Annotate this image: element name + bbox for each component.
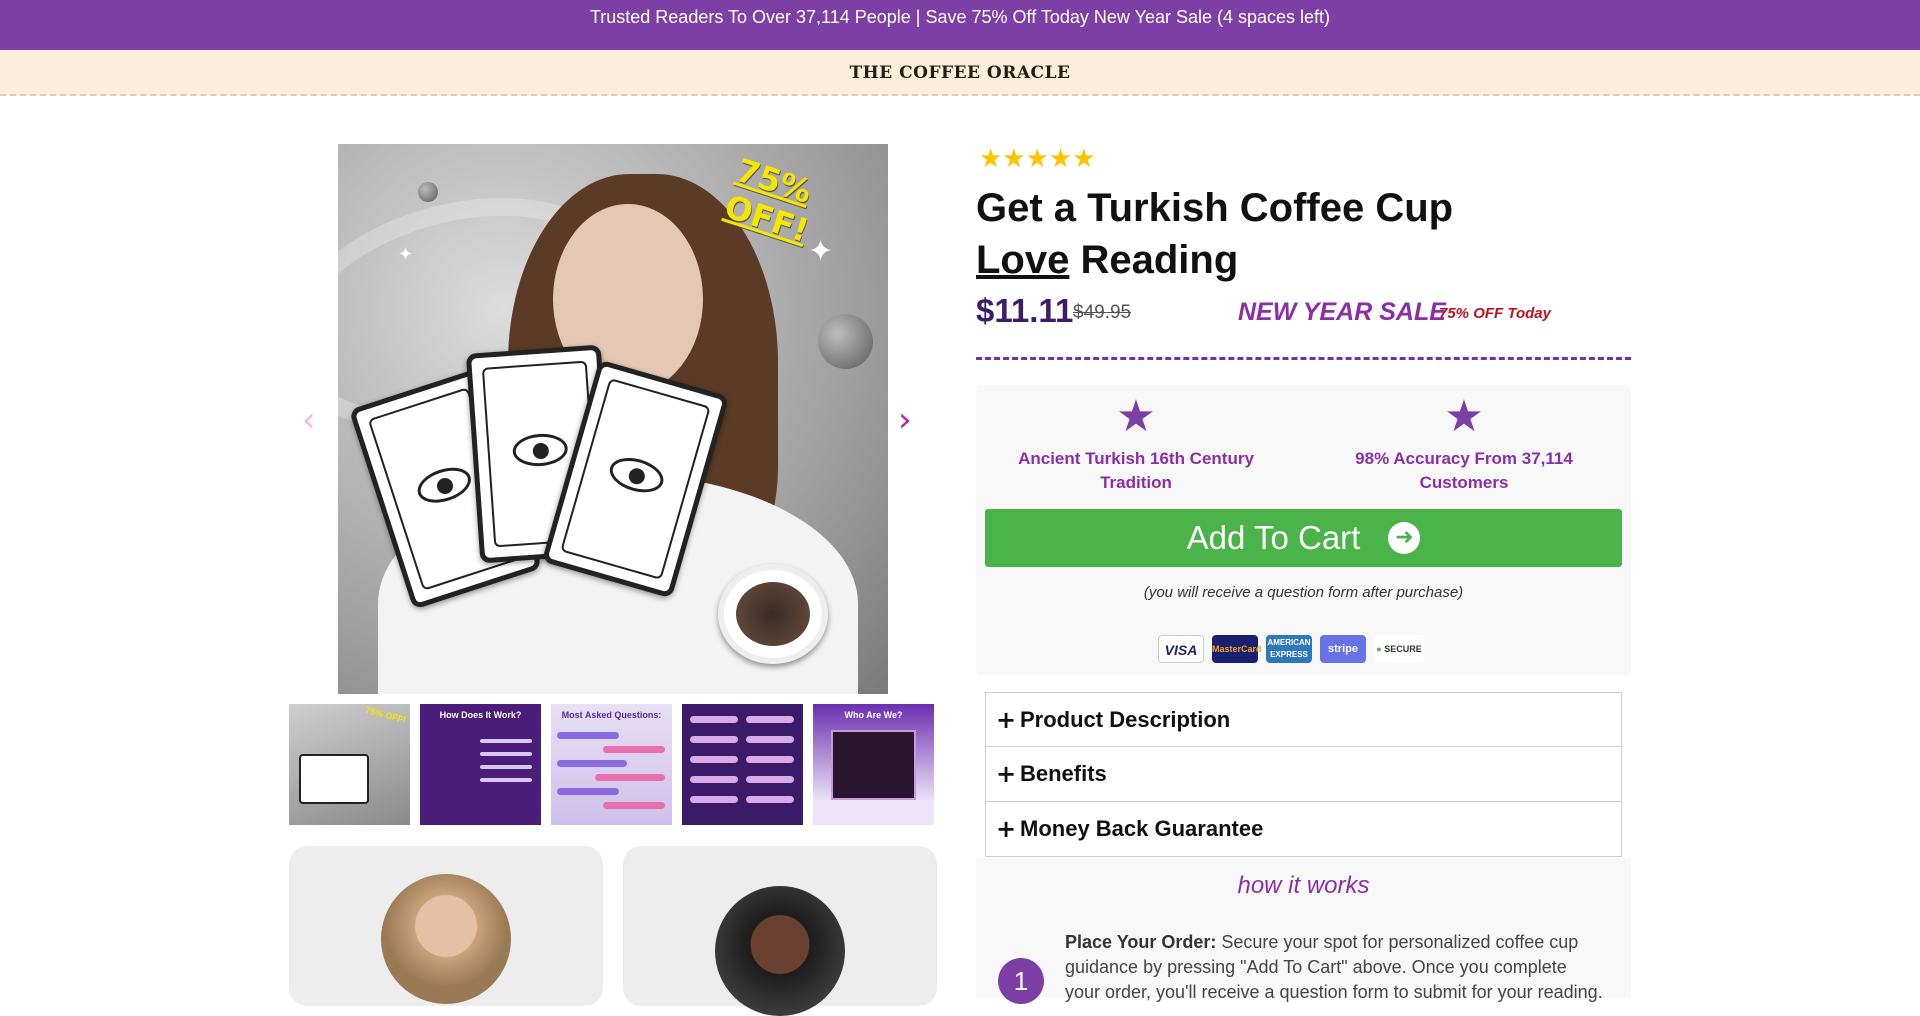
feature-accuracy: ★ 98% Accuracy From 37,114 Customers <box>1314 393 1614 495</box>
product-title: Get a Turkish Coffee Cup Love Reading <box>976 182 1536 286</box>
thumbnail-title: How Does It Work? <box>439 710 522 720</box>
brand-header: THE COFFEE ORACLE <box>0 50 1920 96</box>
secure-label: SECURE <box>1384 644 1422 654</box>
eye-icon <box>605 452 668 499</box>
add-to-cart-label: Add To Cart <box>1186 519 1361 556</box>
accordion-label: Money Back Guarantee <box>1020 816 1264 841</box>
review-card <box>289 846 603 1006</box>
plus-icon: + <box>996 705 1017 734</box>
accordion-product-description[interactable]: + Product Description <box>985 692 1622 747</box>
add-to-cart-button[interactable]: Add To Cart ➜ <box>985 509 1622 567</box>
sparkle-icon: ✦ <box>398 244 414 264</box>
text-line <box>480 739 532 743</box>
review-pill <box>746 796 794 803</box>
chat-pill <box>557 788 619 795</box>
title-rest: Reading <box>1069 238 1239 282</box>
text-line <box>480 752 532 756</box>
visa-icon: VISA <box>1158 635 1204 663</box>
accordion-money-back[interactable]: + Money Back Guarantee <box>985 802 1622 857</box>
plus-icon: + <box>996 815 1017 843</box>
review-pill <box>746 736 794 743</box>
star-icon: ★ <box>1116 391 1156 442</box>
accordion-label: Product Description <box>1020 706 1231 732</box>
thumbnail-1[interactable]: 75% OFF! <box>289 704 410 825</box>
price-row: $11.11 $49.95 NEW YEAR SALE 75% OFF Toda… <box>976 292 1596 336</box>
amex-icon: AMERICAN EXPRESS <box>1266 635 1312 663</box>
lock-icon: ● <box>1376 644 1382 654</box>
announcement-bar: Trusted Readers To Over 37,114 People | … <box>0 0 1920 50</box>
team-photo <box>831 730 916 800</box>
original-price: $49.95 <box>1073 302 1132 323</box>
eye-icon <box>511 432 569 468</box>
thumbnail-4[interactable] <box>682 704 803 825</box>
chat-pill <box>595 774 665 781</box>
chat-pill <box>603 746 665 753</box>
product-main-image[interactable]: ✦ ✦ 75% OFF! <box>338 144 888 694</box>
thumbnail-3[interactable]: Most Asked Questions: <box>551 704 672 825</box>
thumbnail-title: Most Asked Questions: <box>561 710 662 720</box>
review-pill <box>746 756 794 763</box>
feature-tradition: ★ Ancient Turkish 16th Century Tradition <box>986 393 1286 495</box>
review-pill <box>690 776 738 783</box>
brand-logo[interactable]: THE COFFEE ORACLE <box>850 63 1071 83</box>
mini-cards <box>299 754 369 804</box>
divider <box>976 357 1631 360</box>
star-icon: ★ <box>1444 391 1484 442</box>
gallery-prev-icon[interactable]: ‹ <box>302 400 316 440</box>
how-it-works: how it works 1 Place Your Order: Secure … <box>976 858 1631 1004</box>
review-pill <box>746 716 794 723</box>
thumbnail-5[interactable]: Who Are We? <box>813 704 934 825</box>
coffee-cup <box>718 564 828 664</box>
thumbnail-2[interactable]: How Does It Work? <box>420 704 541 825</box>
step-title: Place Your Order: <box>1065 932 1217 952</box>
review-pill <box>690 796 738 803</box>
thumbnail-title: Who Are We? <box>844 710 903 720</box>
announcement-text: Trusted Readers To Over 37,114 People | … <box>589 7 1331 27</box>
chat-pill <box>603 802 665 809</box>
thumbnail-strip: 75% OFF! How Does It Work? Most Asked Qu… <box>289 704 934 825</box>
product-accordion: + Product Description + Benefits + Money… <box>985 692 1622 857</box>
feature-text: Ancient Turkish 16th Century Tradition <box>1018 449 1254 492</box>
purchase-note: (you will receive a question form after … <box>1143 584 1464 601</box>
thumbnail-badge: 75% OFF! <box>364 704 408 726</box>
plus-icon: + <box>996 760 1017 788</box>
step-text: Place Your Order: Secure your spot for p… <box>1065 930 1605 1005</box>
stripe-icon: stripe <box>1320 635 1366 663</box>
eye-icon <box>413 461 476 509</box>
accordion-label: Benefits <box>1020 761 1107 786</box>
chat-pill <box>557 760 627 767</box>
review-pill <box>746 776 794 783</box>
feature-text: 98% Accuracy From 37,114 Customers <box>1355 449 1573 492</box>
avatar <box>715 886 845 1016</box>
arrow-right-icon: ➜ <box>1388 522 1421 554</box>
product-title-line2: Love Reading <box>976 234 1536 286</box>
sale-label: NEW YEAR SALE <box>1238 298 1446 326</box>
chat-pill <box>557 732 619 739</box>
review-pill <box>690 756 738 763</box>
payment-methods: VISA MasterCard AMERICAN EXPRESS stripe … <box>1158 635 1424 663</box>
rating-stars-icon: ★★★★★ <box>979 144 1096 174</box>
secure-icon: ● SECURE <box>1374 635 1424 663</box>
review-pill <box>690 736 738 743</box>
step-number: 1 <box>998 958 1044 1004</box>
gallery-next-icon[interactable]: › <box>898 400 912 440</box>
title-love-word: Love <box>976 238 1070 282</box>
text-line <box>480 765 532 769</box>
mastercard-icon: MasterCard <box>1212 635 1262 663</box>
product-title-line1: Get a Turkish Coffee Cup <box>976 186 1454 230</box>
current-price: $11.11 <box>976 292 1074 329</box>
planet-icon <box>818 314 873 369</box>
review-pill <box>690 716 738 723</box>
how-title: how it works <box>1237 872 1370 899</box>
accordion-benefits[interactable]: + Benefits <box>985 747 1622 802</box>
avatar <box>381 874 511 1004</box>
text-line <box>480 778 532 782</box>
review-card <box>623 846 937 1016</box>
moon-icon <box>418 182 438 202</box>
sale-discount: 75% OFF Today <box>1439 305 1551 322</box>
